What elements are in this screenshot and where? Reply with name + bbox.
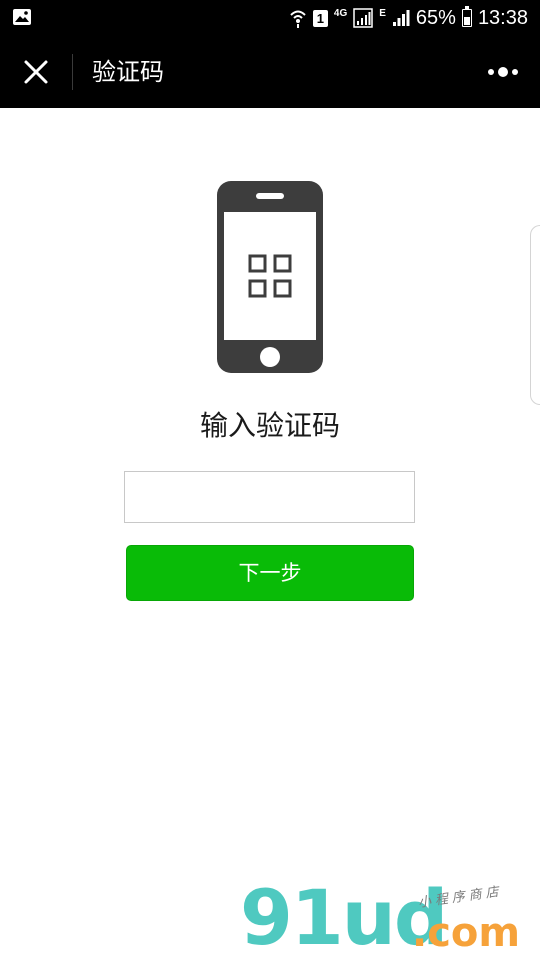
- signal-icon: [353, 8, 373, 28]
- image-icon: [13, 9, 31, 25]
- secondary-network-label: E: [379, 7, 386, 19]
- clock: 13:38: [477, 7, 528, 29]
- nav-bar: 验证码: [0, 36, 540, 108]
- page-title: 验证码: [92, 58, 164, 86]
- next-button[interactable]: 下一步: [126, 545, 414, 601]
- more-button[interactable]: [486, 58, 522, 86]
- verification-heading: 输入验证码: [199, 409, 340, 442]
- status-indicators: 1 4G E 65% 13:38: [289, 0, 528, 36]
- status-bar: 1 4G E 65% 13:38: [0, 0, 540, 36]
- phone-grid-icon: [217, 181, 323, 373]
- gallery-notification: [12, 8, 32, 31]
- side-panel-handle[interactable]: [530, 225, 540, 405]
- verification-code-input[interactable]: [124, 471, 415, 523]
- nav-divider: [72, 54, 73, 90]
- battery-level: [463, 16, 470, 25]
- sim-icon: 1: [312, 9, 328, 27]
- phone-grid-illustration: [216, 180, 324, 378]
- close-icon: [24, 60, 48, 84]
- battery-percent: 65%: [415, 7, 456, 29]
- signal-bars-icon: [392, 10, 410, 26]
- watermark-suffix: .com: [412, 910, 521, 956]
- battery-icon: [461, 6, 472, 27]
- more-icon: [488, 67, 518, 77]
- wifi-calling-icon: [290, 10, 306, 28]
- network-type-label: 4G: [333, 7, 348, 19]
- close-button[interactable]: [18, 54, 54, 90]
